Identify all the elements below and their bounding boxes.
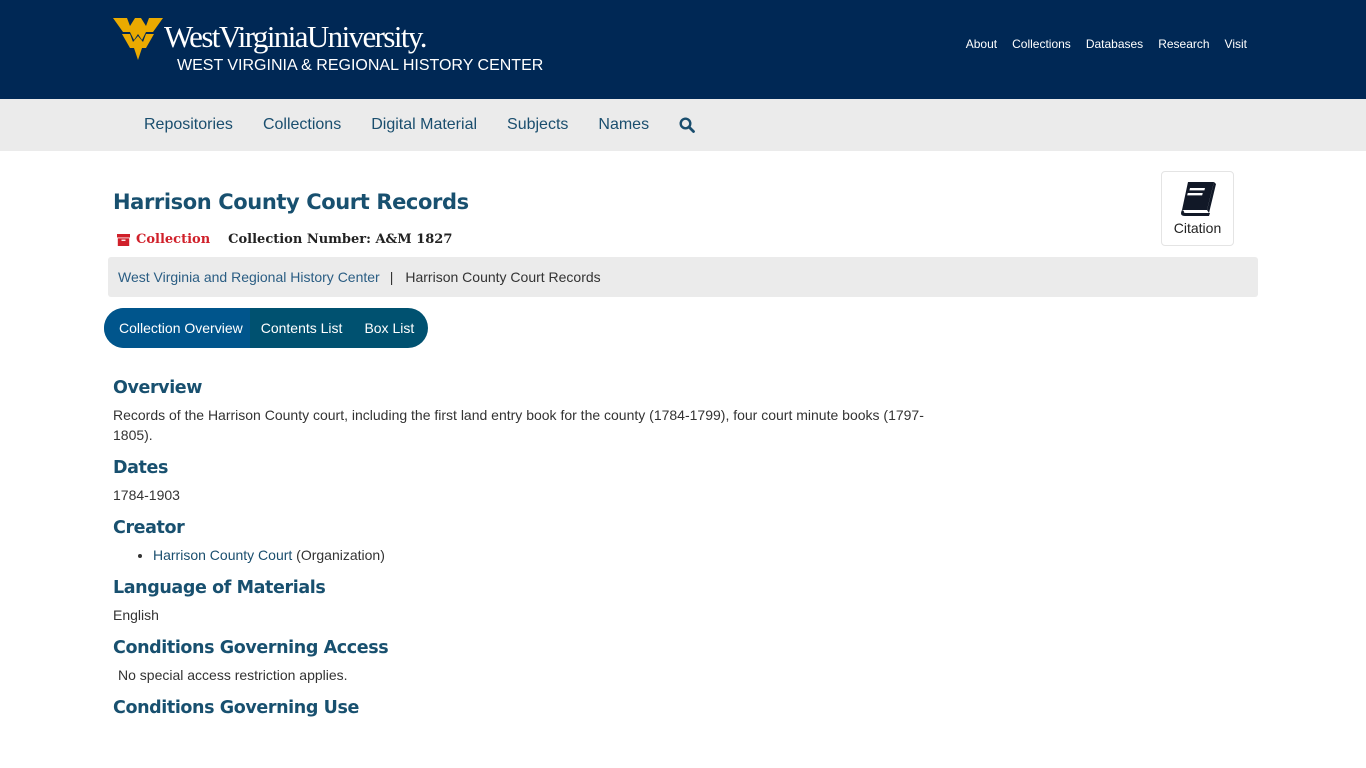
- collection-number: Collection Number: A&M 1827: [228, 232, 453, 247]
- access-heading: Conditions Governing Access: [113, 638, 389, 658]
- record-type-label: Collection: [136, 232, 211, 247]
- dates-section: Dates 1784-1903: [113, 455, 943, 505]
- citation-label: Citation: [1173, 220, 1222, 236]
- list-item: Harrison County Court (Organization): [153, 545, 943, 565]
- access-text: No special access restriction applies.: [118, 667, 348, 683]
- top-link-research[interactable]: Research: [1158, 36, 1209, 52]
- nav-repositories[interactable]: Repositories: [129, 99, 248, 151]
- wv-logo-icon[interactable]: [113, 16, 163, 62]
- breadcrumb-repository[interactable]: West Virginia and Regional History Cente…: [118, 269, 380, 285]
- creator-list: Harrison County Court (Organization): [153, 545, 943, 565]
- overview-section: Overview Records of the Harrison County …: [113, 375, 943, 445]
- record-meta: Collection Collection Number: A&M 1827: [117, 232, 452, 247]
- record-tabs: Collection Overview Contents List Box Li…: [104, 308, 429, 348]
- overview-heading: Overview: [113, 378, 203, 398]
- record-content: Overview Records of the Harrison County …: [113, 375, 943, 731]
- nav-digital-material[interactable]: Digital Material: [356, 99, 492, 151]
- language-text: English: [113, 607, 159, 623]
- center-name[interactable]: WEST VIRGINIA & REGIONAL HISTORY CENTER: [177, 57, 543, 75]
- main-nav: Repositories Collections Digital Materia…: [0, 99, 1366, 151]
- archive-box-icon: [117, 233, 130, 246]
- creator-section: Creator Harrison County Court (Organizat…: [113, 515, 943, 565]
- top-nav: About Collections Databases Research Vis…: [951, 36, 1247, 52]
- book-icon: [1180, 182, 1216, 216]
- tab-box-list[interactable]: Box List: [353, 308, 428, 348]
- access-section: Conditions Governing Access No special a…: [113, 635, 943, 685]
- breadcrumb: West Virginia and Regional History Cente…: [108, 257, 1258, 297]
- page-title: Harrison County Court Records: [113, 190, 469, 214]
- top-link-visit[interactable]: Visit: [1225, 36, 1247, 52]
- citation-button[interactable]: Citation: [1161, 171, 1234, 246]
- dates-heading: Dates: [113, 458, 168, 478]
- top-link-collections[interactable]: Collections: [1012, 36, 1071, 52]
- nav-names[interactable]: Names: [583, 99, 664, 151]
- site-header: WestVirginiaUniversity. WEST VIRGINIA & …: [0, 0, 1366, 99]
- overview-text: Records of the Harrison County court, in…: [113, 407, 924, 443]
- university-wordmark[interactable]: WestVirginiaUniversity.: [164, 18, 428, 56]
- creator-link[interactable]: Harrison County Court: [153, 547, 292, 563]
- language-section: Language of Materials English: [113, 575, 943, 625]
- nav-collections[interactable]: Collections: [248, 99, 356, 151]
- breadcrumb-current: Harrison County Court Records: [405, 269, 601, 285]
- top-link-about[interactable]: About: [966, 36, 997, 52]
- top-link-databases[interactable]: Databases: [1086, 36, 1143, 52]
- creator-role: (Organization): [292, 547, 385, 563]
- dates-text: 1784-1903: [113, 487, 180, 503]
- search-icon[interactable]: [679, 117, 695, 133]
- creator-heading: Creator: [113, 518, 185, 538]
- use-section: Conditions Governing Use: [113, 695, 943, 721]
- breadcrumb-separator: |: [389, 269, 394, 285]
- language-heading: Language of Materials: [113, 578, 326, 598]
- tab-collection-overview[interactable]: Collection Overview: [104, 308, 250, 348]
- use-heading: Conditions Governing Use: [113, 698, 359, 718]
- nav-subjects[interactable]: Subjects: [492, 99, 583, 151]
- tab-contents-list[interactable]: Contents List: [250, 308, 354, 348]
